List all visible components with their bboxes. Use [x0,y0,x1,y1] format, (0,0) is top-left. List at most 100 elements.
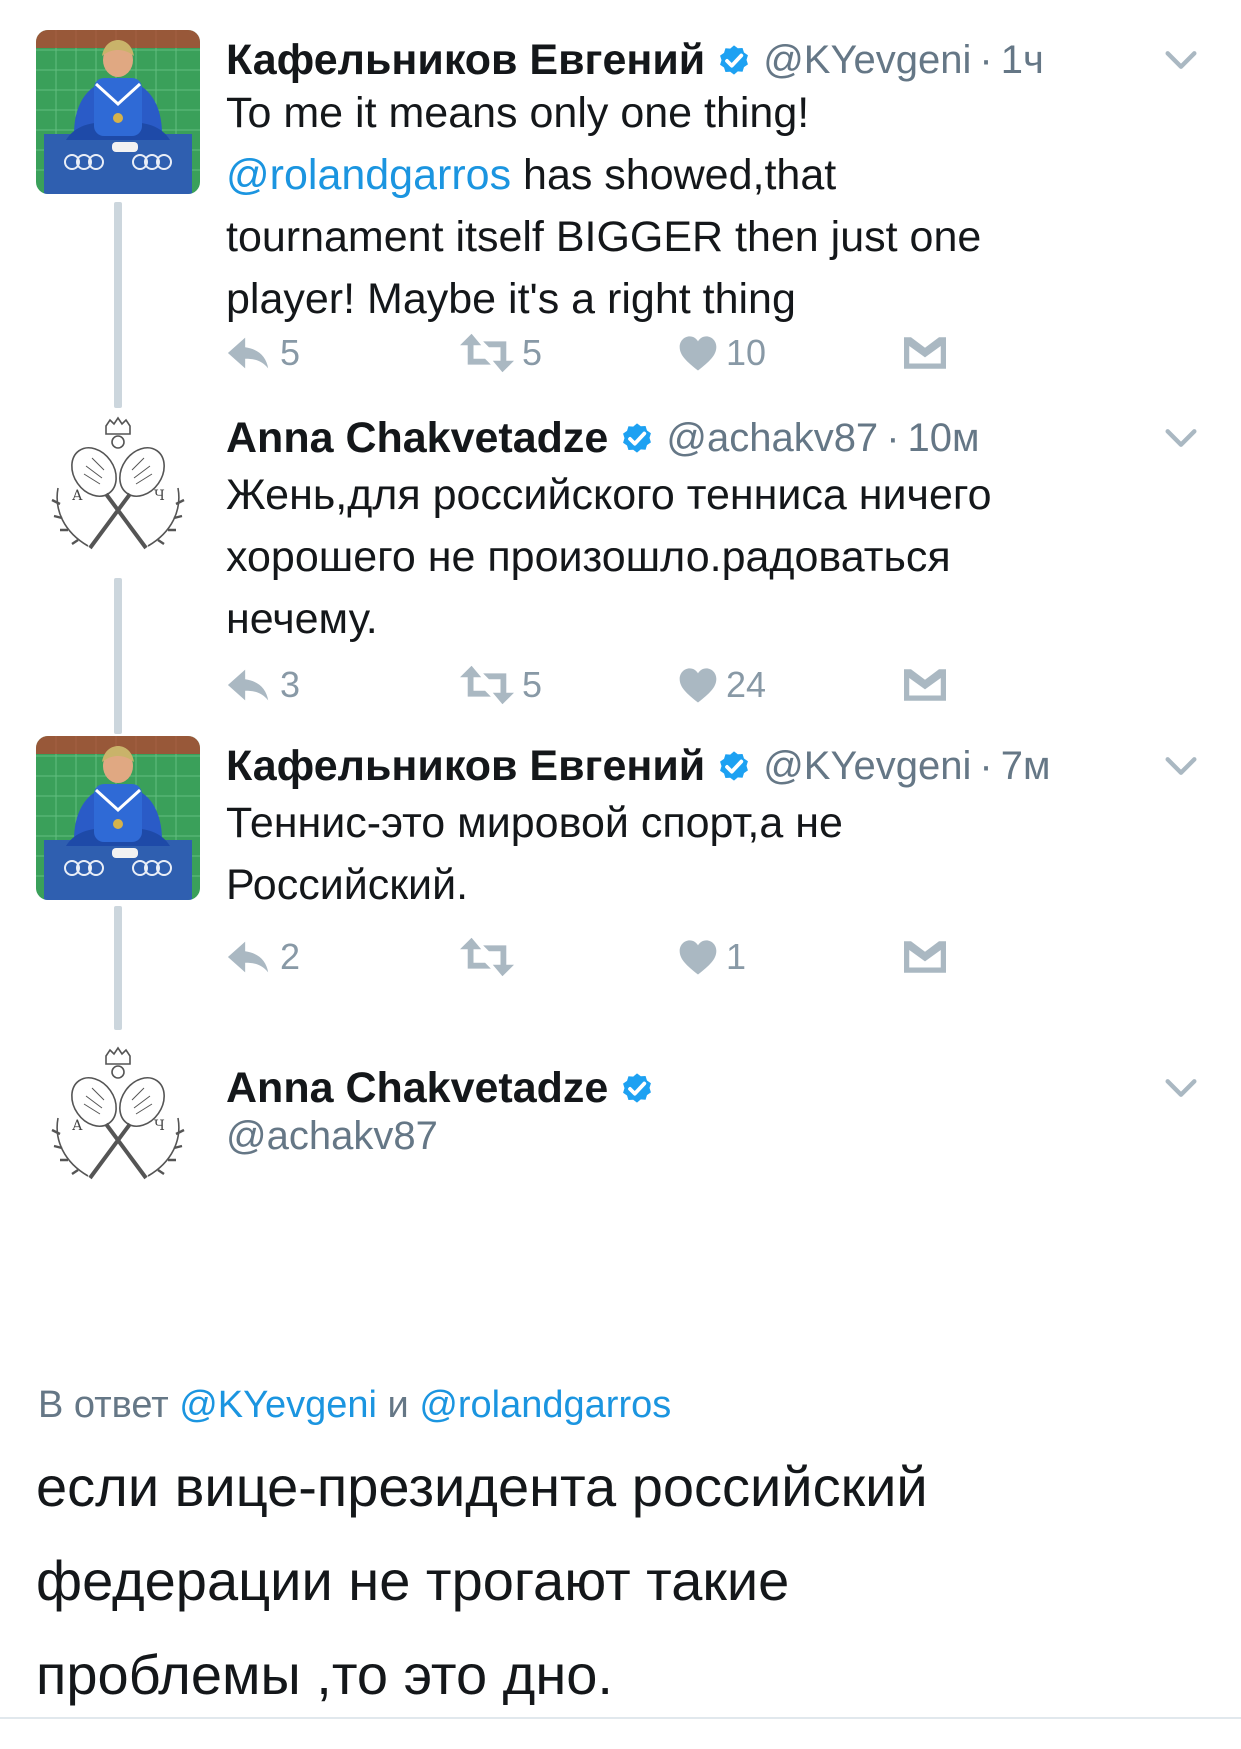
envelope-icon [904,335,946,371]
retweet-count: 5 [522,664,543,705]
handle-row: @achakv87 [226,1110,1131,1162]
thread-connector [114,906,122,1030]
envelope-icon [904,667,946,703]
text-segment: Жень,для российского тенниса ничего [226,471,992,519]
avatar[interactable] [36,408,200,572]
thread-connector [114,202,122,408]
heart-icon [678,334,718,372]
tweet-header: Anna Chakvetadze @achakv87 · 10м [226,408,1131,468]
reply-count: 2 [280,936,301,977]
tweet-header: Кафельников Евгений @KYevgeni · 1ч [226,30,1131,90]
display-name[interactable]: Anna Chakvetadze [226,414,608,463]
reply-mention-link[interactable]: @KYevgeni [179,1384,377,1426]
tweet-header: Anna Chakvetadze [226,1058,1131,1118]
user-handle[interactable]: @achakv87 [666,416,878,461]
reply-context: В ответ @KYevgeni и @rolandgarros [38,1384,671,1427]
reply-count: 5 [280,332,301,373]
tweet-header: Кафельников Евгений @KYevgeni · 7м [226,736,1131,796]
text-line: хорошего не произошло.радоваться [226,526,1181,588]
avatar[interactable] [36,1038,200,1202]
verified-badge-icon [618,419,656,457]
text-line: Жень,для российского тенниса ничего [226,464,1181,526]
text-segment: Теннис-это мировой спорт,а не [226,799,843,847]
retweet-icon [460,937,514,977]
tweet-text: Теннис-это мировой спорт,а не Российский. [226,792,1181,916]
verified-badge-icon [715,747,753,785]
envelope-icon [904,939,946,975]
text-line: @rolandgarros has showed,that [226,144,1181,206]
verified-badge-icon [715,41,753,79]
text-line: федерации не трогают такие [36,1549,790,1612]
heart-icon [678,938,718,976]
heart-icon [678,666,718,704]
timestamp[interactable]: 7м [1001,744,1051,789]
text-line: tournament itself BIGGER then just one [226,206,1181,268]
separator-dot: · [886,415,900,460]
direct-message-button[interactable] [904,328,946,378]
divider [0,1717,1241,1719]
reply-icon [226,333,272,373]
text-line: Теннис-это мировой спорт,а не [226,792,1181,854]
text-line: To me it means only one thing! [226,82,1181,144]
display-name[interactable]: Кафельников Евгений [226,742,705,791]
reply-conjunction: и [376,1384,420,1426]
user-handle[interactable]: @KYevgeni [763,744,971,789]
reply-button[interactable]: 5 [226,328,300,378]
reply-button[interactable]: 3 [226,660,300,710]
text-line: Российский. [226,854,1181,916]
chevron-down-icon[interactable] [1161,746,1201,786]
thread-connector [114,578,122,734]
retweet-button[interactable]: 5 [460,328,542,378]
retweet-icon [460,333,514,373]
text-segment: To me it means only one thing! [226,89,810,137]
reply-icon [226,665,272,705]
timestamp[interactable]: 1ч [1001,38,1044,83]
text-line: нечему. [226,588,1181,650]
display-name[interactable]: Кафельников Евгений [226,36,705,85]
retweet-icon [460,665,514,705]
tweet-actions: 2 1 [226,932,1066,982]
crest-avatar-image [36,1038,200,1202]
display-name[interactable]: Anna Chakvetadze [226,1064,608,1113]
separator-dot: · [979,37,993,82]
text-line: player! Maybe it's a right thing [226,268,1181,330]
text-segment: нечему. [226,595,378,643]
reply-button[interactable]: 2 [226,932,300,982]
user-handle[interactable]: @KYevgeni [763,38,971,83]
avatar[interactable] [36,30,200,194]
focused-tweet-text: если вице-президента российский федераци… [36,1440,1196,1722]
reply-icon [226,937,272,977]
tweet-actions: 5 5 10 [226,328,1066,378]
tweet-text: Жень,для российского тенниса ничего хорош… [226,464,1181,650]
mention-link[interactable]: @rolandgarros [226,151,511,199]
text-segment: tournament itself BIGGER then just one [226,213,982,261]
reply-mention-link[interactable]: @rolandgarros [419,1384,671,1426]
retweet-button[interactable]: 5 [460,660,542,710]
text-line: если вице-президента российский [36,1455,928,1518]
retweet-button[interactable] [460,932,522,982]
avatar[interactable] [36,736,200,900]
like-button[interactable]: 10 [678,328,766,378]
timestamp[interactable]: 10м [908,416,980,461]
reply-count: 3 [280,664,301,705]
retweet-count: 5 [522,332,543,373]
chevron-down-icon[interactable] [1161,1068,1201,1108]
player-avatar-image [36,30,200,194]
text-segment: хорошего не произошло.радоваться [226,533,951,581]
direct-message-button[interactable] [904,660,946,710]
like-count: 10 [726,332,767,373]
tweet-text: To me it means only one thing! @rolandgar… [226,82,1181,330]
chevron-down-icon[interactable] [1161,418,1201,458]
reply-prefix: В ответ [38,1384,180,1426]
twitter-thread-view: Кафельников Евгений @KYevgeni · 1ч To me… [0,0,1241,1749]
direct-message-button[interactable] [904,932,946,982]
user-handle[interactable]: @achakv87 [226,1114,438,1159]
like-button[interactable]: 1 [678,932,746,982]
separator-dot: · [979,743,993,788]
chevron-down-icon[interactable] [1161,40,1201,80]
like-button[interactable]: 24 [678,660,766,710]
like-count: 1 [726,936,747,977]
text-segment: Российский. [226,861,469,909]
like-count: 24 [726,664,767,705]
verified-badge-icon [618,1069,656,1107]
